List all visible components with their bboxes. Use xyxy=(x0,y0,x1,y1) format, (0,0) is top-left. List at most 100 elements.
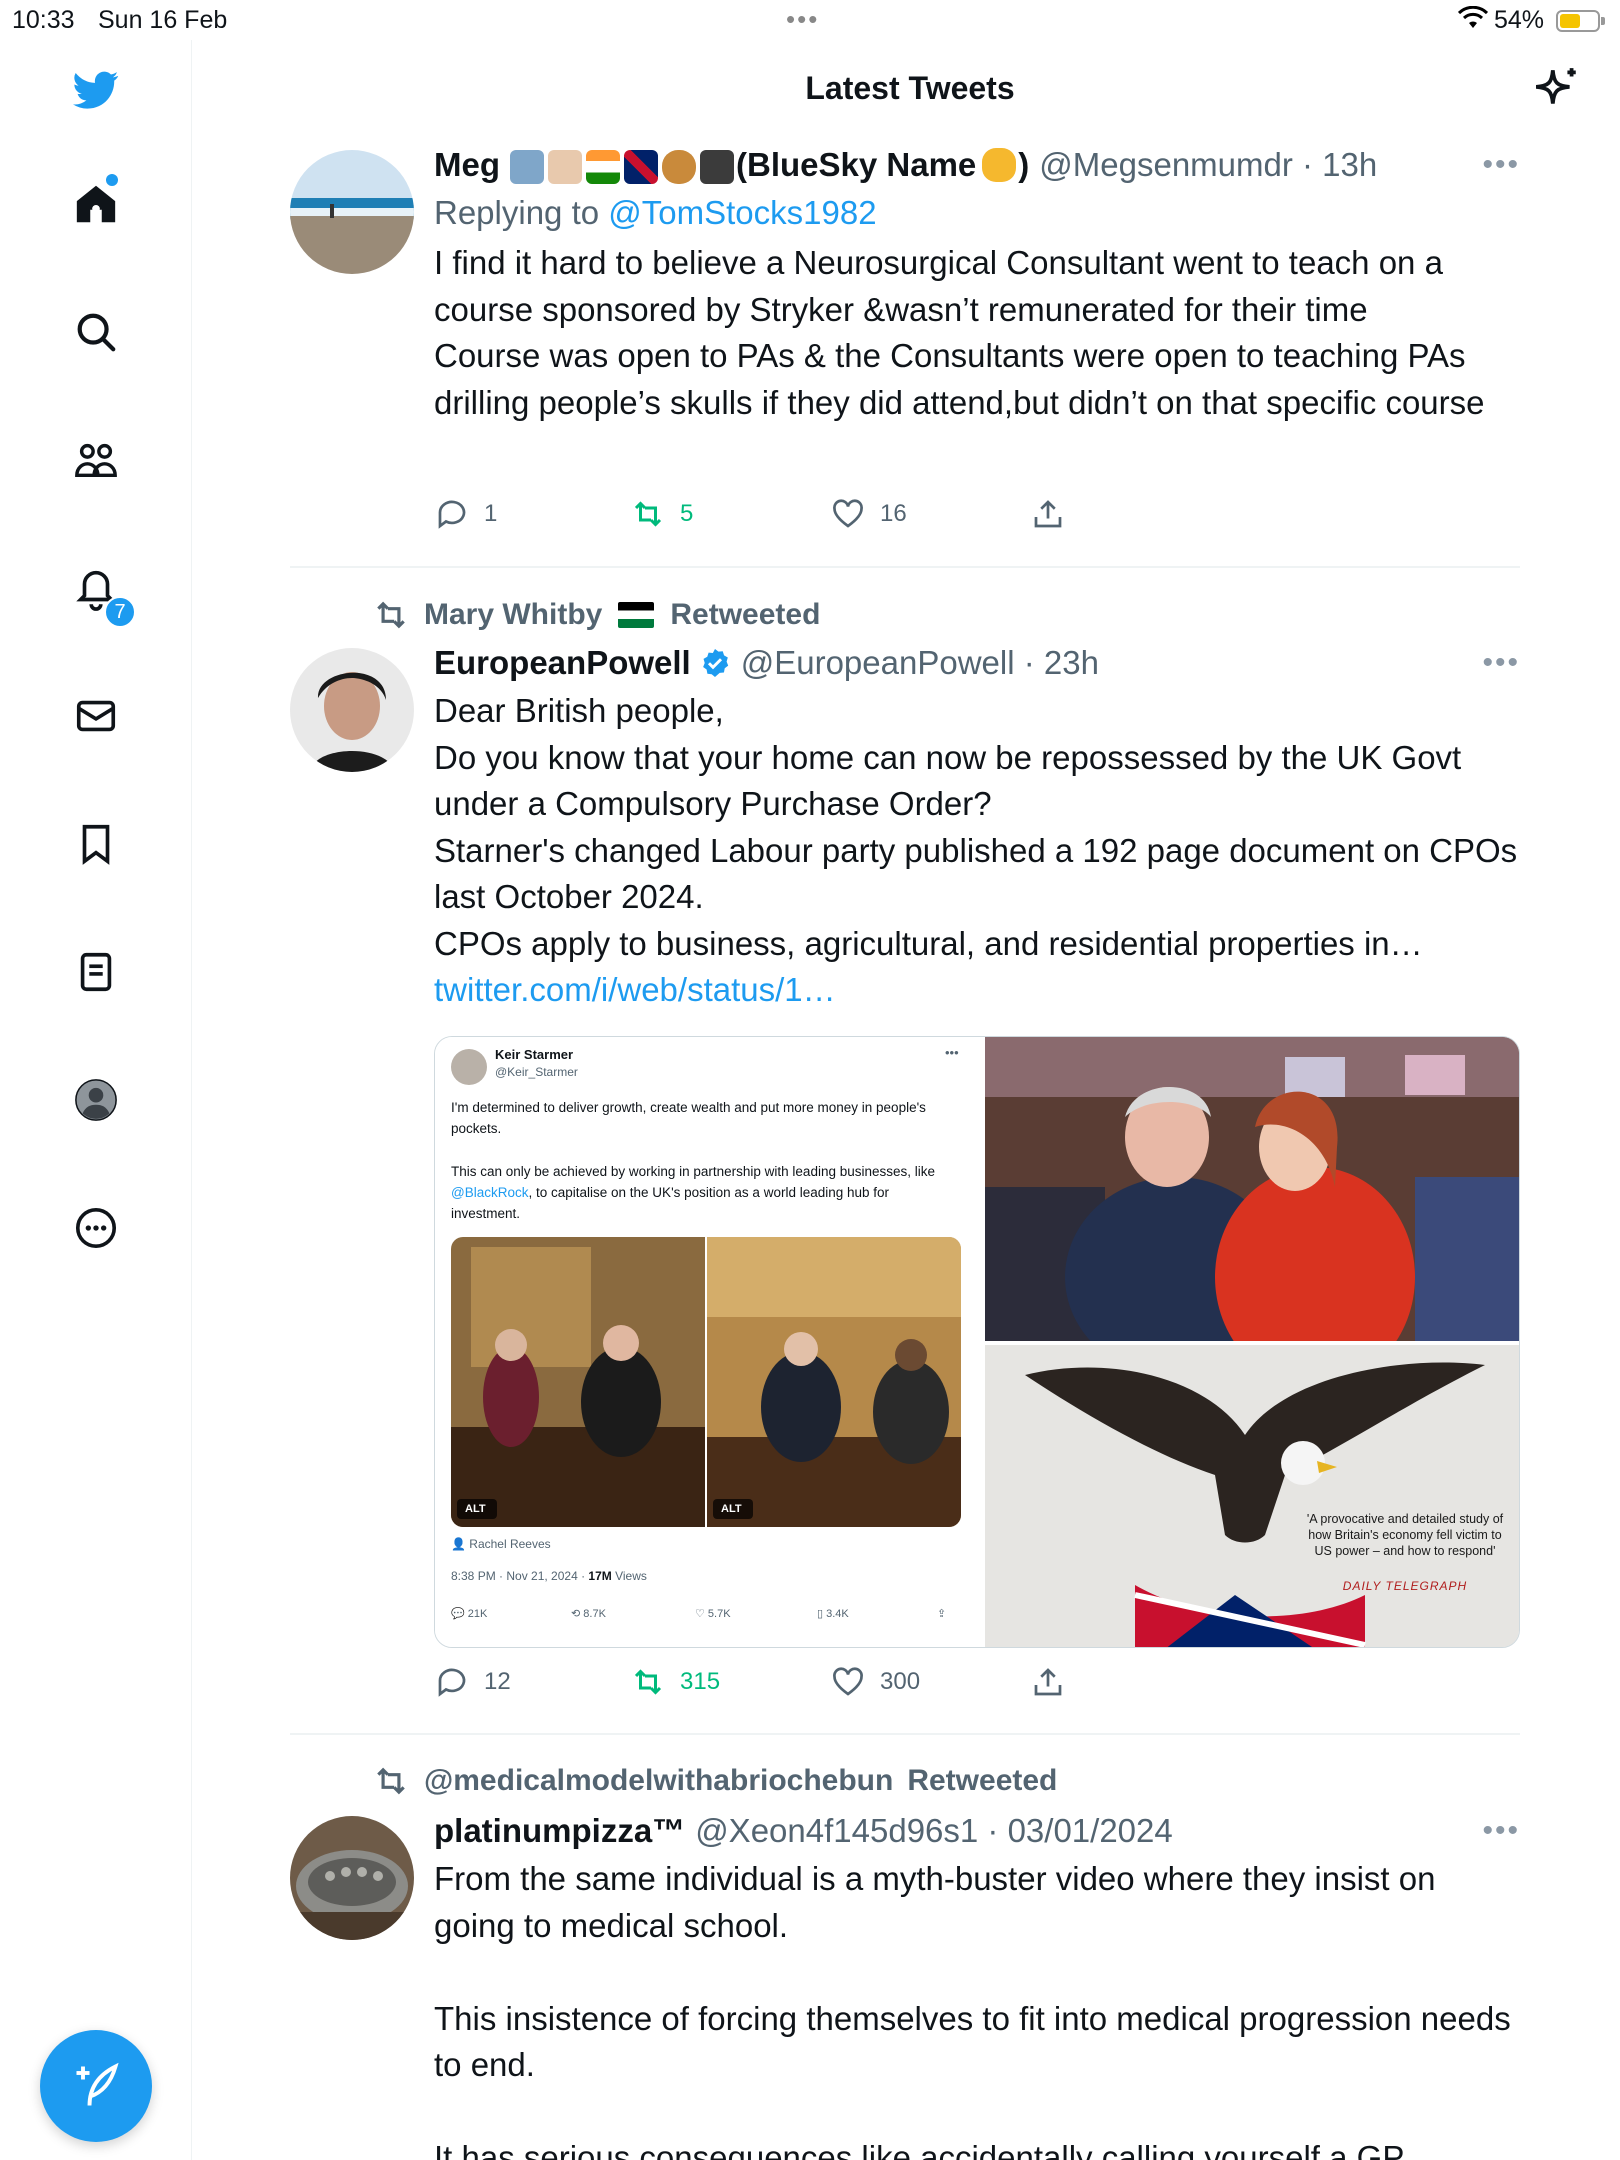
tweet[interactable]: Meg (BlueSky Name ) @Megsenmumdr · 13h •… xyxy=(290,146,1520,556)
home-unread-dot xyxy=(106,174,118,186)
reply-count: 12 xyxy=(484,1668,511,1695)
share-button[interactable] xyxy=(1030,1664,1066,1700)
wifi-icon xyxy=(1457,5,1489,37)
quoted-text-2: This can only be achieved by working in … xyxy=(451,1164,936,1221)
retweet-icon xyxy=(634,501,662,527)
book-quote-source: DAILY TELEGRAPH xyxy=(1342,1579,1468,1593)
retweet-button[interactable]: 5 xyxy=(630,496,693,532)
reply-icon xyxy=(438,500,466,529)
author-handle[interactable]: @Xeon4f145d96s1 · 03/01/2024 xyxy=(695,1812,1173,1850)
heart-icon xyxy=(833,1667,863,1696)
book-quote: 'A provocative and detailed study of how… xyxy=(1306,1512,1504,1558)
tweet-divider xyxy=(290,566,1520,568)
like-count: 16 xyxy=(880,500,907,527)
reply-count: 1 xyxy=(484,500,498,527)
author-name-suffix: (BlueSky Name xyxy=(736,146,977,184)
sparkle-icon[interactable] xyxy=(1532,64,1582,114)
twitter-bird-icon[interactable] xyxy=(70,64,122,116)
retweet-button[interactable]: 315 xyxy=(630,1664,720,1700)
reply-button[interactable]: 1 xyxy=(434,496,497,532)
retweeter-name[interactable]: @medicalmodelwithabriochebun xyxy=(424,1764,893,1798)
status-date: Sun 16 Feb xyxy=(98,6,228,34)
emoji-icons xyxy=(508,146,736,185)
media-image-book-cover[interactable]: 'A provocative and detailed study of how… xyxy=(985,1345,1519,1647)
more-options-icon[interactable]: ••• xyxy=(1482,148,1520,182)
share-icon xyxy=(1034,500,1062,528)
retweeted-label: Retweeted xyxy=(670,598,821,631)
avatar[interactable] xyxy=(290,648,414,772)
tweet-actions: 1 5 16 xyxy=(434,496,1134,536)
more-options-icon[interactable]: ••• xyxy=(1482,1814,1520,1848)
retweeter-name[interactable]: Mary Whitby xyxy=(424,598,602,632)
page-title: Latest Tweets xyxy=(805,70,1015,106)
author-handle[interactable]: @EuropeanPowell · 23h xyxy=(741,644,1099,682)
retweeted-label: Retweeted xyxy=(907,1764,1058,1797)
retweeted-by-line: Mary Whitby Retweeted xyxy=(372,596,820,634)
quoted-meta: 8:38 PM · Nov 21, 2024 · 17M Views xyxy=(451,1569,647,1583)
replying-label: Replying to xyxy=(434,194,600,232)
quoted-handle: @Keir_Starmer xyxy=(495,1065,578,1079)
sidebar: 7 xyxy=(0,40,192,2160)
tweet-text: I find it hard to believe a Neurosurgica… xyxy=(434,244,1485,421)
quoted-actions: 💬 21K ⟲ 8.7K ♡ 5.7K ▯ 3.4K ⇪ xyxy=(451,1608,947,1620)
quoted-name: Keir Starmer xyxy=(495,1047,574,1062)
tweet-divider xyxy=(290,1733,1520,1735)
share-button[interactable] xyxy=(1030,496,1066,532)
multitask-dots[interactable]: ••• xyxy=(786,4,819,35)
tweet[interactable]: platinumpizza™ @Xeon4f145d96s1 · 03/01/2… xyxy=(290,1812,1520,2160)
profile-icon[interactable] xyxy=(70,1074,122,1126)
more-options-icon[interactable]: ••• xyxy=(1482,646,1520,680)
media-grid[interactable]: Keir Starmer @Keir_Starmer ••• I'm deter… xyxy=(434,1036,1520,1648)
status-bar: 10:33 Sun 16 Feb ••• 54% xyxy=(0,0,1620,40)
alt-badge: ALT xyxy=(465,1503,486,1515)
reply-button[interactable]: 12 xyxy=(434,1664,511,1700)
battery-percent: 54% xyxy=(1494,6,1545,34)
communities-icon[interactable] xyxy=(70,434,122,486)
more-options-icon: ••• xyxy=(945,1045,959,1060)
author-handle[interactable]: @Megsenmumdr · 13h xyxy=(1039,146,1377,184)
author-name[interactable]: EuropeanPowell xyxy=(434,644,691,682)
avatar[interactable] xyxy=(290,1816,414,1940)
tweet-link[interactable]: twitter.com/i/web/status/1… xyxy=(434,967,1520,1014)
like-button[interactable]: 300 xyxy=(830,1664,920,1700)
more-icon[interactable] xyxy=(70,1202,122,1254)
verified-badge-icon xyxy=(702,649,728,677)
avatar xyxy=(451,1049,487,1085)
battery-icon xyxy=(1556,10,1605,32)
tweet[interactable]: EuropeanPowell @EuropeanPowell · 23h •••… xyxy=(290,644,1520,1704)
author-name[interactable]: Meg xyxy=(434,146,500,184)
bookmarks-icon[interactable] xyxy=(70,818,122,870)
media-image-screenshot[interactable]: Keir Starmer @Keir_Starmer ••• I'm deter… xyxy=(435,1037,981,1647)
like-button[interactable]: 16 xyxy=(830,496,907,532)
author-line: platinumpizza™ @Xeon4f145d96s1 · 03/01/2… xyxy=(434,1812,1520,1850)
author-line: EuropeanPowell @EuropeanPowell · 23h xyxy=(434,644,1520,682)
retweet-icon xyxy=(377,1767,405,1795)
alt-badge: ALT xyxy=(721,1503,742,1515)
retweet-icon xyxy=(634,1669,662,1695)
tweet-actions: 12 315 300 xyxy=(434,1664,1134,1704)
author-name-close: ) xyxy=(1018,146,1030,184)
like-count: 300 xyxy=(880,1668,921,1695)
tweet-text: Dear British people, Do you know that yo… xyxy=(434,692,1518,962)
lists-icon[interactable] xyxy=(70,946,122,998)
home-icon[interactable] xyxy=(70,178,122,230)
search-icon[interactable] xyxy=(70,306,122,358)
author-line: Meg (BlueSky Name ) @Megsenmumdr · 13h xyxy=(434,146,1520,185)
media-image-photo[interactable] xyxy=(985,1037,1519,1387)
avatar[interactable] xyxy=(290,150,414,274)
messages-icon[interactable] xyxy=(70,690,122,742)
compose-button[interactable] xyxy=(40,2030,152,2142)
retweet-count: 5 xyxy=(680,500,694,527)
reply-icon xyxy=(438,1668,466,1697)
pointing-down-icon xyxy=(982,148,1017,183)
status-time: 10:33 xyxy=(12,6,75,34)
reply-mention-link[interactable]: @TomStocks1982 xyxy=(608,194,876,231)
replying-to: Replying to @TomStocks1982 xyxy=(434,194,1520,232)
heart-icon xyxy=(833,499,863,528)
retweet-icon xyxy=(377,601,405,629)
notification-badge: 7 xyxy=(104,596,136,628)
author-name[interactable]: platinumpizza™ xyxy=(434,1812,685,1850)
flag-icon xyxy=(618,602,655,628)
compose-icon xyxy=(76,2062,119,2106)
retweeted-by-line: @medicalmodelwithabriochebun Retweeted xyxy=(372,1762,1057,1800)
